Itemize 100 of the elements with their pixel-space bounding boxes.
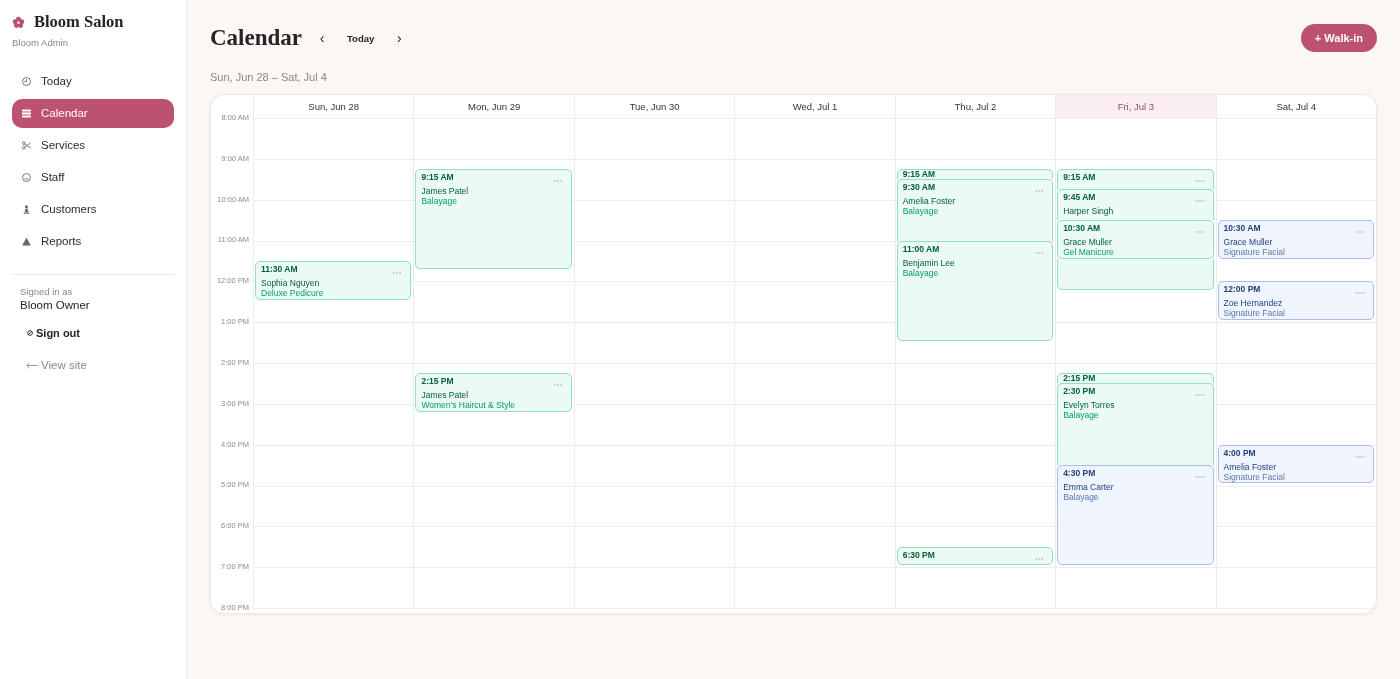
- appointment-card[interactable]: 12:00 PM Zoe Hernandez Signature Facial: [1217, 281, 1374, 321]
- flower-icon: [12, 15, 25, 29]
- appointment-time: 9:15 AM: [902, 170, 935, 180]
- scissors-icon: [22, 140, 31, 150]
- today-button[interactable]: Today: [332, 27, 390, 49]
- appointment-card[interactable]: 2:30 PM Evelyn Torres Balayage: [1057, 383, 1214, 466]
- walk-in-button[interactable]: + Walk-in: [1300, 24, 1377, 52]
- view-site-link[interactable]: View site: [26, 353, 87, 377]
- day-header: Tue, Jun 30: [573, 95, 735, 118]
- user-name: Bloom Owner: [20, 298, 90, 312]
- appointment-time: 10:30 AM: [1063, 224, 1101, 234]
- brand-name: Bloom Salon: [34, 13, 124, 31]
- more-icon[interactable]: [1195, 180, 1204, 183]
- left-arrow-icon: [26, 361, 38, 369]
- appointment-card[interactable]: 9:30 AM Amelia Foster Balayage: [896, 179, 1054, 241]
- appointment-card[interactable]: 9:15 AM: [896, 169, 1054, 180]
- list-icon: [22, 108, 31, 118]
- signed-in-label: Signed in as: [20, 286, 73, 298]
- service-name: Deluxe Pedicure: [261, 287, 324, 298]
- brand-subtitle: Bloom Admin: [12, 37, 68, 49]
- appointment-card[interactable]: [1057, 258, 1214, 290]
- appointment-time: 9:30 AM: [902, 183, 935, 193]
- client-name: Grace Muller: [1063, 237, 1112, 248]
- client-name: Sophia Nguyen: [261, 277, 320, 288]
- appointment-time: 9:15 AM: [421, 173, 454, 183]
- appointment-time: 11:00 AM: [902, 244, 940, 254]
- appointment-card[interactable]: 4:00 PM Amelia Foster Signature Facial: [1217, 444, 1374, 484]
- circle-slash-icon: [27, 330, 33, 336]
- more-icon[interactable]: [1195, 476, 1204, 479]
- more-icon[interactable]: [1356, 292, 1364, 295]
- day-header: Sun, Jun 28: [253, 95, 414, 118]
- appointment-card[interactable]: 2:15 PM: [1057, 373, 1214, 384]
- next-week-button[interactable]: ›: [389, 27, 410, 49]
- appointment-card[interactable]: 11:30 AM Sophia Nguyen Deluxe Pedicure: [255, 260, 412, 300]
- more-icon[interactable]: [393, 271, 402, 274]
- appointment-time: 12:00 PM: [1223, 285, 1261, 295]
- appointment-card[interactable]: 6:30 PM: [896, 546, 1054, 566]
- appointment-card[interactable]: 10:30 AM Grace Muller Signature Facial: [1217, 220, 1374, 259]
- service-name: Women's Haircut & Style: [421, 400, 515, 411]
- service-name: Balayage: [902, 267, 939, 278]
- date-range: Sun, Jun 28 – Sat, Jul 4: [210, 70, 327, 84]
- appointment-time: 2:30 PM: [1063, 387, 1096, 397]
- client-name: James Patel: [421, 390, 469, 401]
- appointment-time: 10:30 AM: [1223, 224, 1261, 234]
- more-icon[interactable]: [1195, 231, 1204, 234]
- more-icon[interactable]: [1195, 200, 1204, 203]
- client-name: Evelyn Torres: [1063, 400, 1115, 411]
- client-name: Emma Carter: [1063, 482, 1114, 493]
- face-icon: [22, 172, 31, 182]
- service-name: Balayage: [421, 196, 457, 207]
- appointment-time: 2:15 PM: [421, 377, 454, 387]
- day-header: Mon, Jun 29: [413, 95, 574, 118]
- previous-week-button[interactable]: ‹: [312, 27, 332, 49]
- service-name: Balayage: [902, 206, 939, 217]
- appointment-card[interactable]: 9:45 AM Harper Singh: [1057, 189, 1214, 221]
- more-icon[interactable]: [1356, 231, 1364, 234]
- nav-item[interactable]: Services: [12, 130, 174, 160]
- triangle-icon: [22, 236, 31, 246]
- clock-icon: [22, 76, 31, 86]
- appointment-card[interactable]: 11:00 AM Benjamin Lee Balayage: [896, 240, 1054, 341]
- more-icon[interactable]: [1035, 557, 1044, 560]
- more-icon[interactable]: [1356, 455, 1364, 458]
- nav-item[interactable]: Staff: [12, 162, 174, 192]
- appointment-card[interactable]: 10:30 AM Grace Muller Gel Manicure: [1057, 220, 1214, 259]
- client-name: James Patel: [421, 186, 469, 197]
- appointment-time: 4:30 PM: [1063, 469, 1096, 479]
- appointment-time: 6:30 PM: [902, 550, 935, 560]
- service-name: Signature Facial: [1223, 308, 1285, 319]
- client-name: Amelia Foster: [1223, 461, 1276, 472]
- day-header: Wed, Jul 1: [734, 95, 895, 118]
- client-name: Harper Singh: [1063, 206, 1114, 217]
- appointment-time: 9:15 AM: [1063, 173, 1096, 183]
- day-header: Fri, Jul 3: [1055, 95, 1216, 118]
- appointment-card[interactable]: 2:15 PM James Patel Women's Haircut & Style: [415, 373, 572, 413]
- nav-item[interactable]: Calendar: [12, 98, 174, 128]
- service-name: Signature Facial: [1223, 247, 1285, 258]
- more-icon[interactable]: [1035, 190, 1044, 193]
- service-name: Balayage: [1063, 410, 1099, 421]
- client-name: Grace Muller: [1223, 237, 1273, 248]
- appointment-time: 9:45 AM: [1063, 193, 1096, 203]
- more-icon[interactable]: [1035, 251, 1044, 254]
- nav-item[interactable]: Customers: [12, 194, 174, 224]
- nav-item[interactable]: Today: [12, 66, 174, 96]
- client-name: Amelia Foster: [902, 196, 956, 207]
- page-title: Calendar: [210, 24, 302, 52]
- pawn-icon: [22, 204, 31, 214]
- service-name: Gel Manicure: [1063, 247, 1114, 258]
- appointment-time: 4:00 PM: [1223, 448, 1256, 458]
- more-icon[interactable]: [1195, 394, 1204, 397]
- more-icon[interactable]: [553, 384, 562, 387]
- nav-item[interactable]: Reports: [12, 226, 174, 256]
- sign-out-button[interactable]: Sign out: [27, 321, 80, 345]
- appointment-card[interactable]: 9:15 AM: [1057, 169, 1214, 190]
- client-name: Zoe Hernandez: [1223, 298, 1283, 309]
- appointment-time: 2:15 PM: [1063, 374, 1096, 384]
- appointment-card[interactable]: 9:15 AM James Patel Balayage: [415, 169, 572, 270]
- appointment-card[interactable]: 4:30 PM Emma Carter Balayage: [1057, 465, 1214, 566]
- client-name: Benjamin Lee: [902, 257, 955, 268]
- service-name: Balayage: [1063, 492, 1099, 503]
- more-icon[interactable]: [553, 180, 562, 183]
